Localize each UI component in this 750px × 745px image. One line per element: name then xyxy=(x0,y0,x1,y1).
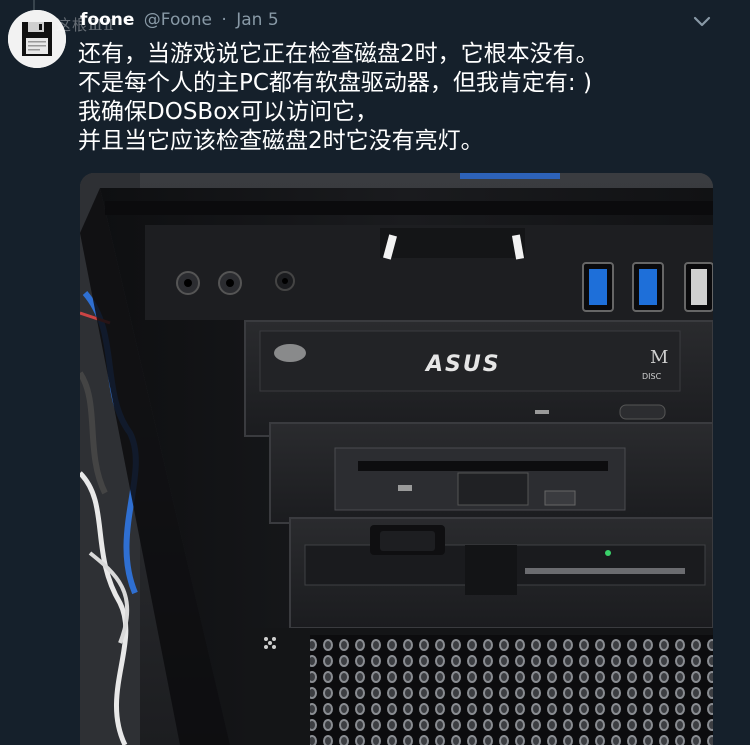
tweet-text-line: 还有，当游戏说它正在检查磁盘2时，它根本没有。 xyxy=(78,41,599,67)
tweet-text: 还有，当游戏说它正在检查磁盘2时，它根本没有。 不是每个人的主PC都有软盘驱动器… xyxy=(78,40,718,156)
tweet-text-line: 不是每个人的主PC都有软盘驱动器，但我肯定有: ) xyxy=(78,70,592,96)
user-handle[interactable]: @Foone xyxy=(144,10,212,30)
mdisc-logo-m: M xyxy=(650,347,668,368)
chevron-down-icon xyxy=(693,16,711,27)
tweet-date[interactable]: Jan 5 xyxy=(236,10,278,30)
thread-line xyxy=(33,0,35,10)
tweet-text-line: 我确保DOSBox可以访问它， xyxy=(78,99,379,125)
tweet-menu-button[interactable] xyxy=(692,12,712,32)
mdisc-logo-disc: DISC xyxy=(642,372,662,381)
tweet-photo[interactable]: ASUS M DISC xyxy=(80,173,713,745)
asus-logo-text: ASUS xyxy=(424,352,501,377)
separator-dot: · xyxy=(221,10,227,30)
tweet[interactable]: 这根ⅢⅡ foone @Foone · Jan 5 还有，当游戏说它正在检查磁盘… xyxy=(0,0,750,745)
tweet-header: foone @Foone · Jan 5 xyxy=(80,8,279,32)
display-name[interactable]: foone xyxy=(80,10,134,30)
pc-case-photo: ASUS M DISC xyxy=(80,173,713,745)
tweet-text-line: 并且当它应该检查磁盘2时它没有亮灯。 xyxy=(78,128,484,154)
